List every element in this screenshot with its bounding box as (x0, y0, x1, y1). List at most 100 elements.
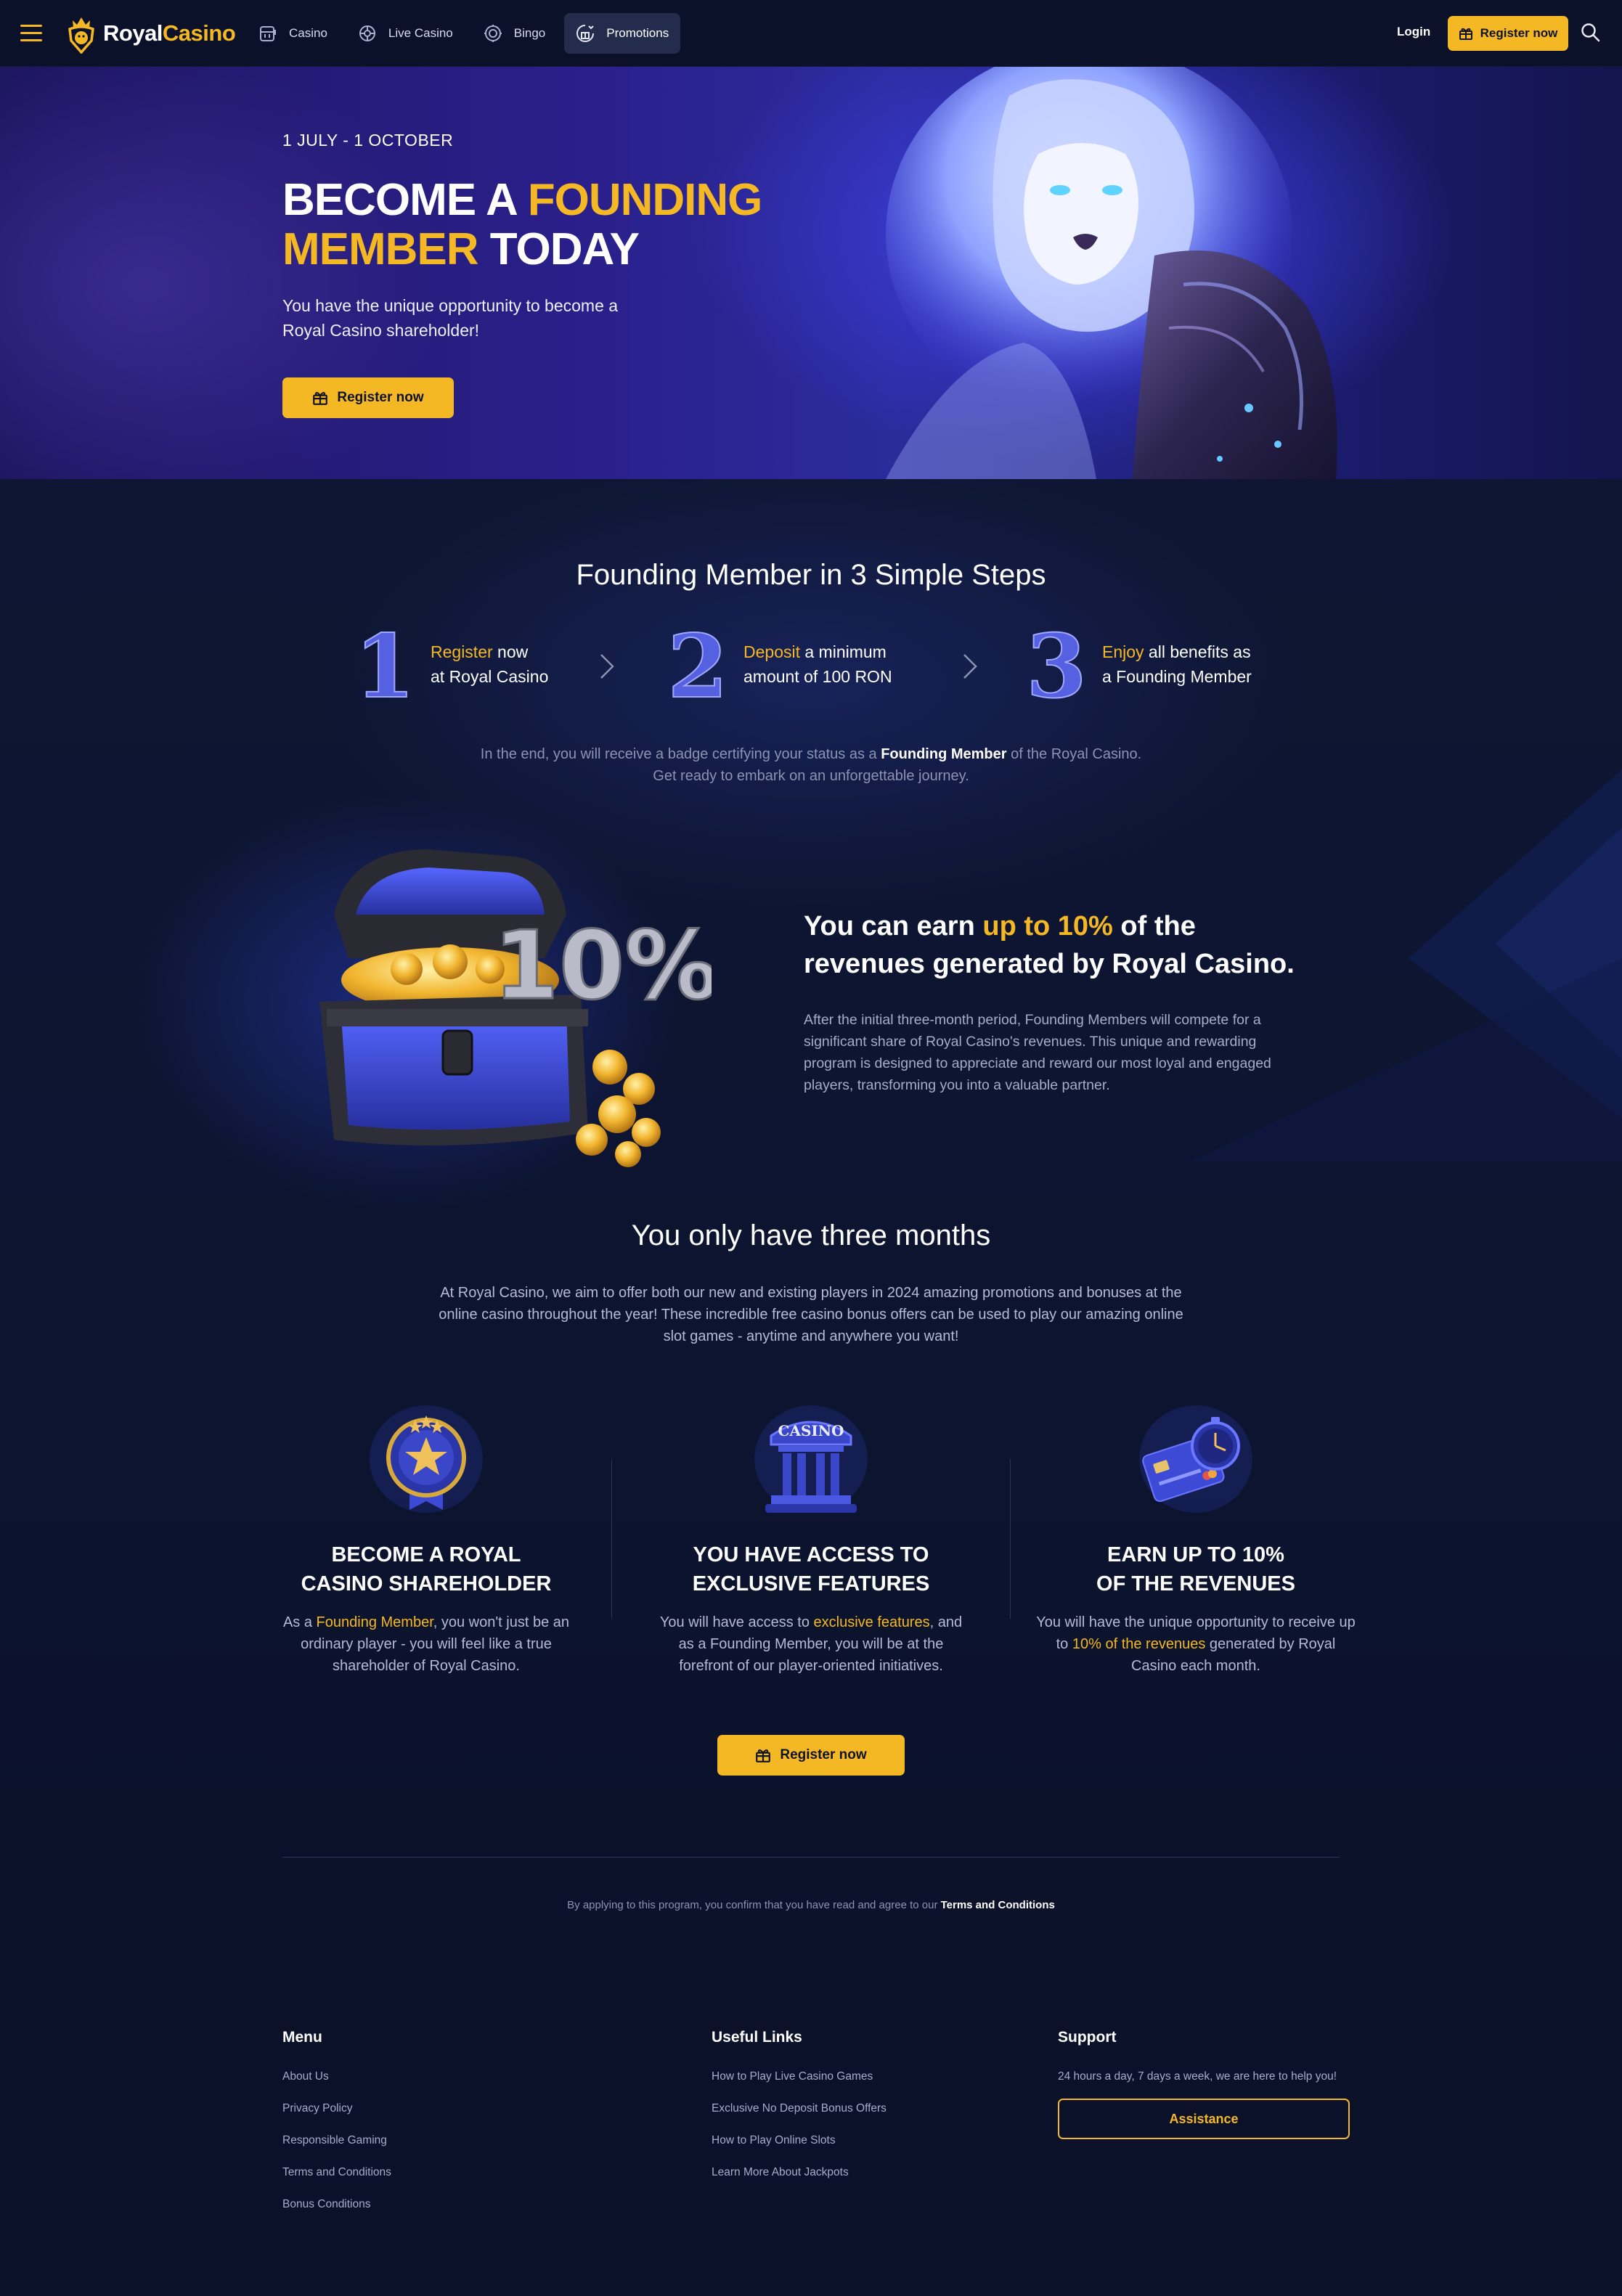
step-text-part: now (492, 642, 529, 661)
step-3: 3 Enjoy all benefits as a Founding Member (1024, 624, 1252, 704)
treasure-chest-illustration: 10% (319, 849, 712, 1167)
footer-menu-heading: Menu (282, 2029, 322, 2046)
feature-shareholder: BECOME A ROYAL CASINO SHAREHOLDER As a Fo… (266, 1401, 586, 1677)
logo-text-royal: Royal (103, 20, 163, 46)
nav-label: Bingo (513, 26, 546, 40)
nav-label: Promotions (606, 26, 669, 40)
step-text-part: amount of 100 RON (743, 667, 892, 686)
footer-link-about-us[interactable]: About Us (282, 2061, 391, 2093)
search-icon[interactable] (1580, 22, 1602, 44)
nav-live-casino[interactable]: Live Casino (346, 13, 465, 54)
steps-note: In the end, you will receive a badge cer… (0, 743, 1622, 787)
footer-link-responsible-gaming[interactable]: Responsible Gaming (282, 2125, 391, 2157)
chevron-right-icon (963, 654, 977, 679)
footer-useful-links-column: Useful Links How to Play Live Casino Gam… (712, 2029, 887, 2189)
footer-link-privacy-policy[interactable]: Privacy Policy (282, 2093, 391, 2125)
feature-title: YOU HAVE ACCESS TO EXCLUSIVE FEATURES (651, 1540, 971, 1598)
login-link[interactable]: Login (1397, 25, 1430, 39)
nav-promotions[interactable]: Promotions (564, 13, 681, 54)
lion-warrior-illustration (886, 67, 1337, 479)
step-1: 1 Register now at Royal Casino (352, 624, 548, 704)
footer: Menu About Us Privacy Policy Responsible… (0, 1982, 1622, 2296)
feature-text: You will have access to exclusive featur… (651, 1611, 971, 1677)
promo-date-range: 1 JULY - 1 OCTOBER (282, 131, 454, 150)
card-stopwatch-icon (1139, 1405, 1252, 1513)
note-part: Get ready to embark on an unforgettable … (653, 768, 969, 784)
earn-title-part: of the (1112, 911, 1196, 941)
gift-icon (756, 1749, 771, 1762)
feature-text-part: As a (282, 1614, 317, 1630)
step-number: 2 (667, 624, 728, 704)
step-number: 3 (1026, 624, 1087, 704)
register-now-button[interactable]: Register now (717, 1735, 905, 1776)
terms-agreement-text: By applying to this program, you confirm… (0, 1899, 1622, 1911)
footer-menu-column: Menu About Us Privacy Policy Responsible… (282, 2029, 391, 2221)
logo-text-casino: Casino (162, 20, 236, 46)
steps-heading: Founding Member in 3 Simple Steps (576, 559, 1046, 591)
footer-link-online-slots-guide[interactable]: How to Play Online Slots (712, 2125, 887, 2157)
number-3-graphic: 3 (1025, 624, 1088, 704)
hero-register-button[interactable]: Register now (282, 377, 454, 418)
register-label: Register now (780, 1747, 867, 1762)
roulette-icon (359, 25, 375, 41)
note-highlight: Founding Member (881, 746, 1007, 762)
footer-links-heading: Useful Links (712, 2029, 802, 2046)
nav-label: Live Casino (388, 26, 453, 40)
feature-title-line: BECOME A ROYAL (331, 1543, 521, 1566)
register-label: Register now (337, 390, 424, 405)
earn-title-highlight: up to 10% (982, 911, 1113, 941)
earn-title-part: revenues generated by Royal Casino. (804, 949, 1295, 979)
footer-link-bonus-conditions[interactable]: Bonus Conditions (282, 2189, 391, 2221)
feature-text-highlight: Founding Member (316, 1614, 433, 1630)
footer-support-column: Support 24 hours a day, 7 days a week, w… (1058, 2029, 1350, 2139)
casino-building-icon: CASINO (754, 1405, 868, 1513)
feature-text-highlight: 10% of the revenues (1072, 1636, 1206, 1652)
feature-title: BECOME A ROYAL CASINO SHAREHOLDER (266, 1540, 586, 1598)
step-number: 1 (354, 624, 415, 704)
step-text-part: all benefits as (1144, 642, 1251, 661)
step-highlight: Deposit (743, 642, 800, 661)
terms-link[interactable]: Terms and Conditions (941, 1899, 1055, 1911)
title-highlight: FOUNDING (527, 175, 763, 225)
three-months-heading: You only have three months (631, 1220, 991, 1251)
earn-heading: You can earn up to 10% of the revenues ge… (804, 907, 1341, 983)
title-part: BECOME A (282, 175, 528, 225)
step-text: Deposit a minimum amount of 100 RON (743, 640, 892, 689)
nav-bingo[interactable]: Bingo (472, 13, 557, 54)
number-1-graphic: 1 (354, 624, 416, 704)
gift-icon (1459, 28, 1472, 40)
feature-text: As a Founding Member, you won't just be … (266, 1611, 586, 1677)
nav-label: Casino (289, 26, 327, 40)
footer-link-live-casino-guide[interactable]: How to Play Live Casino Games (712, 2061, 887, 2093)
earn-title-part: You can earn (804, 911, 983, 941)
footer-link-no-deposit-bonus[interactable]: Exclusive No Deposit Bonus Offers (712, 2093, 887, 2125)
step-text-part: a Founding Member (1102, 667, 1252, 686)
number-2-graphic: 2 (667, 624, 729, 704)
assistance-button[interactable]: Assistance (1058, 2099, 1350, 2139)
chevron-right-icon (600, 654, 614, 679)
footer-link-terms[interactable]: Terms and Conditions (282, 2157, 391, 2189)
royal-casino-logo[interactable]: RoyalCasino (65, 13, 236, 54)
feature-text-highlight: exclusive features (813, 1614, 930, 1630)
hero-title: BECOME A FOUNDING MEMBER TODAY (282, 176, 805, 274)
step-2: 2 Deposit a minimum amount of 100 RON (665, 624, 892, 704)
agree-part: By applying to this program, you confirm… (567, 1899, 941, 1911)
step-text: Enjoy all benefits as a Founding Member (1102, 640, 1252, 689)
hero-subtitle: You have the unique opportunity to becom… (282, 296, 619, 340)
gift-badge-icon (576, 25, 595, 42)
feature-title-line: YOU HAVE ACCESS TO (693, 1543, 929, 1566)
step-highlight: Enjoy (1102, 642, 1144, 661)
slot-machine-icon (260, 26, 276, 41)
nav-casino[interactable]: Casino (247, 13, 339, 54)
feature-divider (1010, 1459, 1011, 1619)
gift-icon (313, 392, 328, 405)
register-label: Register now (1480, 26, 1558, 40)
footer-link-jackpots[interactable]: Learn More About Jackpots (712, 2157, 887, 2189)
menu-icon[interactable] (20, 25, 42, 42)
feature-title-line: EARN UP TO 10% (1107, 1543, 1284, 1566)
header-register-button[interactable]: Register now (1448, 16, 1568, 51)
step-text-part: at Royal Casino (431, 667, 549, 686)
feature-exclusive: CASINO YOU HAVE ACCESS TO EXCLUSIVE FEATU… (651, 1401, 971, 1677)
main-nav: Casino Live Casino Bingo Promotions (247, 13, 681, 54)
feature-title: EARN UP TO 10% OF THE REVENUES (1036, 1540, 1356, 1598)
